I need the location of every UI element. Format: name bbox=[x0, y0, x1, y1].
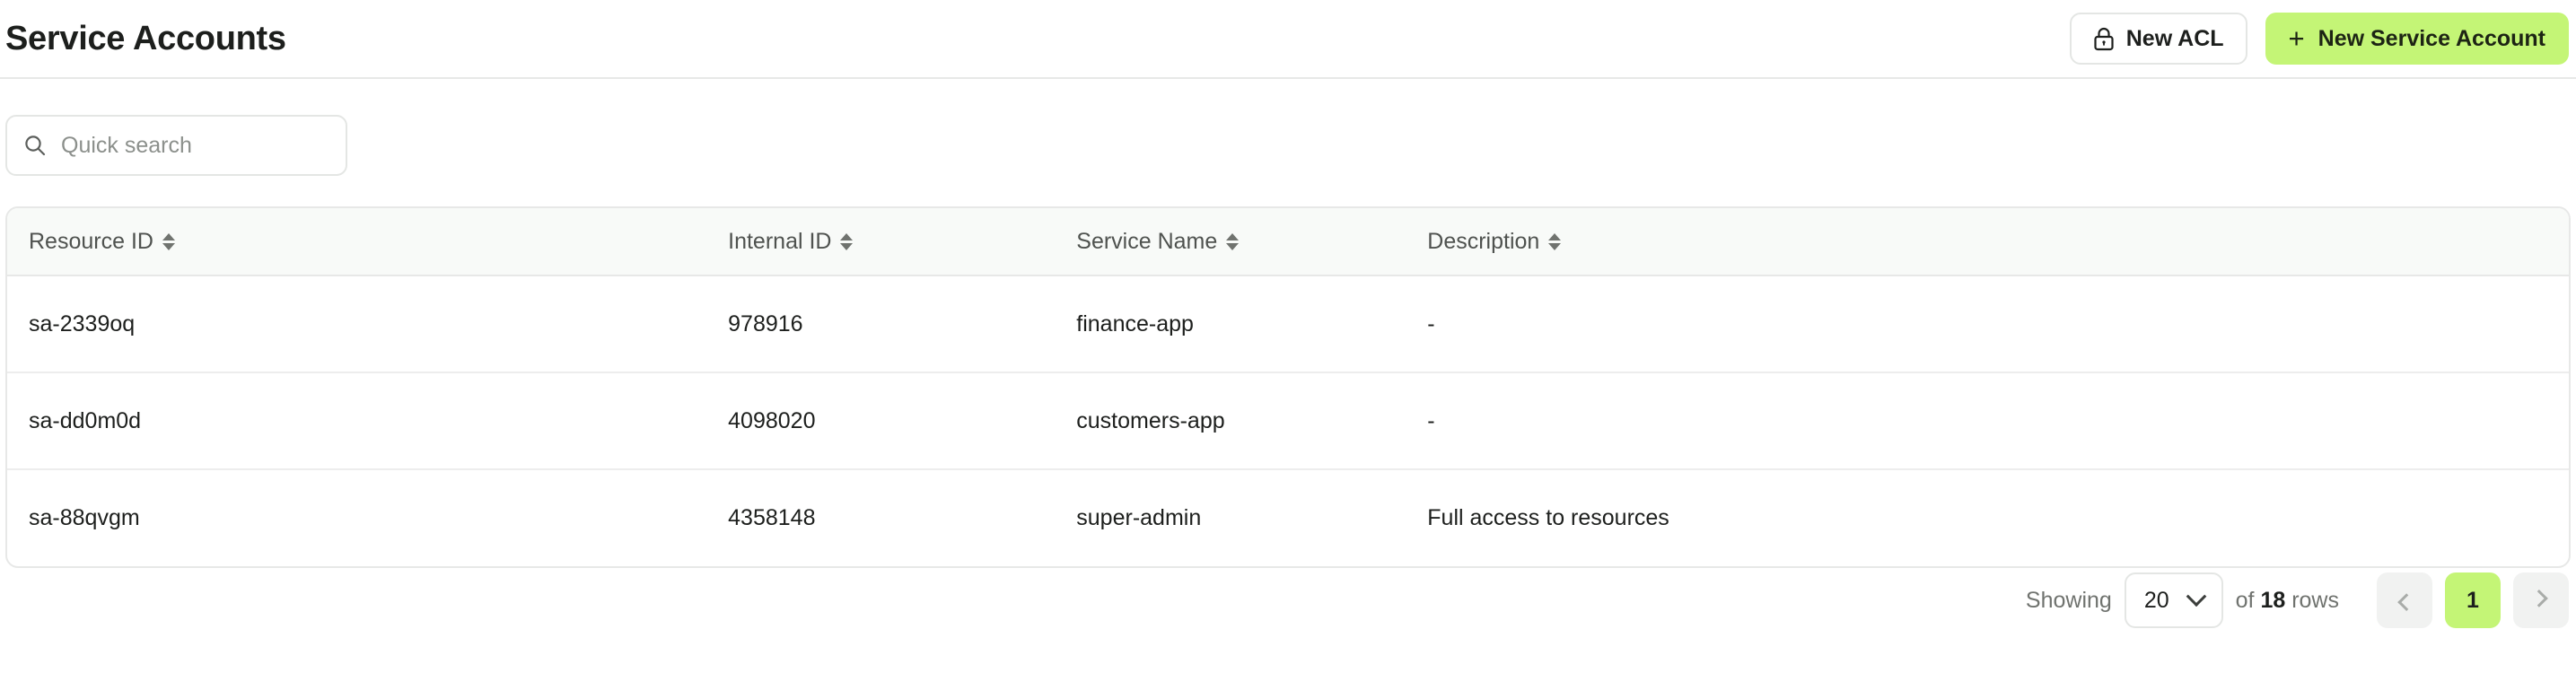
new-service-account-label: New Service Account bbox=[2318, 25, 2545, 51]
sort-arrows-icon[interactable] bbox=[1548, 232, 1562, 250]
rows-total-label: of 18 rows bbox=[2236, 588, 2339, 614]
column-label: Resource ID bbox=[29, 228, 153, 254]
header-actions: New ACL + New Service Account bbox=[2069, 13, 2576, 65]
service-accounts-page: Service Accounts New ACL + New Service A… bbox=[0, 0, 2576, 673]
column-label: Internal ID bbox=[728, 228, 832, 254]
page-size-select[interactable]: 20 bbox=[2124, 572, 2223, 628]
service-accounts-table: Resource ID Internal ID Service Name Des… bbox=[5, 206, 2571, 568]
next-page-button[interactable] bbox=[2513, 572, 2569, 628]
cell-description: - bbox=[1406, 372, 2569, 470]
pagination: Showing 20 of 18 rows 1 bbox=[2026, 572, 2569, 628]
new-service-account-button[interactable]: + New Service Account bbox=[2265, 13, 2569, 65]
chevron-down-icon bbox=[2186, 586, 2206, 607]
cell-service-name: customers-app bbox=[1055, 372, 1406, 470]
column-header-description[interactable]: Description bbox=[1406, 208, 2569, 276]
cell-description: Full access to resources bbox=[1427, 505, 1669, 530]
new-acl-label: New ACL bbox=[2125, 25, 2224, 51]
page-header: Service Accounts New ACL + New Service A… bbox=[0, 0, 2576, 79]
sort-arrows-icon[interactable] bbox=[840, 232, 854, 250]
new-acl-button[interactable]: New ACL bbox=[2069, 13, 2247, 65]
search-area bbox=[5, 115, 347, 176]
cell-service-name: super-admin bbox=[1076, 505, 1202, 530]
rows-label: rows bbox=[2291, 587, 2339, 613]
table-row[interactable]: sa-dd0m0d 4098020 customers-app - bbox=[7, 372, 2569, 470]
showing-label: Showing bbox=[2025, 587, 2112, 613]
chevron-right-icon bbox=[2529, 589, 2548, 607]
chevron-left-icon bbox=[2397, 593, 2416, 612]
sort-arrows-icon[interactable] bbox=[162, 232, 175, 250]
cell-resource-id: sa-dd0m0d bbox=[7, 372, 707, 470]
page-number-button-1[interactable]: 1 bbox=[2445, 572, 2501, 628]
cell-resource-id: sa-2339oq bbox=[7, 275, 707, 373]
page-size-value: 20 bbox=[2143, 587, 2169, 613]
table-header-row: Resource ID Internal ID Service Name Des… bbox=[7, 208, 2569, 276]
sort-arrows-icon[interactable] bbox=[1226, 232, 1240, 250]
previous-page-button[interactable] bbox=[2377, 572, 2432, 628]
table-row[interactable]: sa-88qvgm 4358148 super-admin Full acces… bbox=[7, 469, 2569, 566]
cell-description: - bbox=[1406, 275, 2569, 373]
column-header-service-name[interactable]: Service Name bbox=[1055, 208, 1406, 276]
lock-icon bbox=[2093, 27, 2115, 51]
column-header-internal-id[interactable]: Internal ID bbox=[706, 208, 1056, 276]
table-row[interactable]: sa-2339oq 978916 finance-app - bbox=[7, 275, 2569, 373]
search-icon bbox=[23, 134, 47, 157]
plus-icon: + bbox=[2288, 22, 2305, 54]
column-label: Description bbox=[1427, 228, 1540, 254]
search-box[interactable] bbox=[5, 115, 347, 176]
of-label: of bbox=[2235, 587, 2255, 613]
cell-internal-id: 978916 bbox=[706, 275, 1056, 373]
cell-internal-id: 4358148 bbox=[728, 505, 816, 530]
column-label: Service Name bbox=[1076, 228, 1218, 254]
search-input[interactable] bbox=[61, 132, 329, 159]
total-rows-value: 18 bbox=[2260, 587, 2286, 613]
cell-internal-id: 4098020 bbox=[706, 372, 1056, 470]
cell-resource-id: sa-88qvgm bbox=[29, 505, 140, 530]
column-header-resource-id[interactable]: Resource ID bbox=[7, 208, 707, 276]
page-title: Service Accounts bbox=[5, 20, 286, 57]
cell-service-name: finance-app bbox=[1055, 275, 1406, 373]
